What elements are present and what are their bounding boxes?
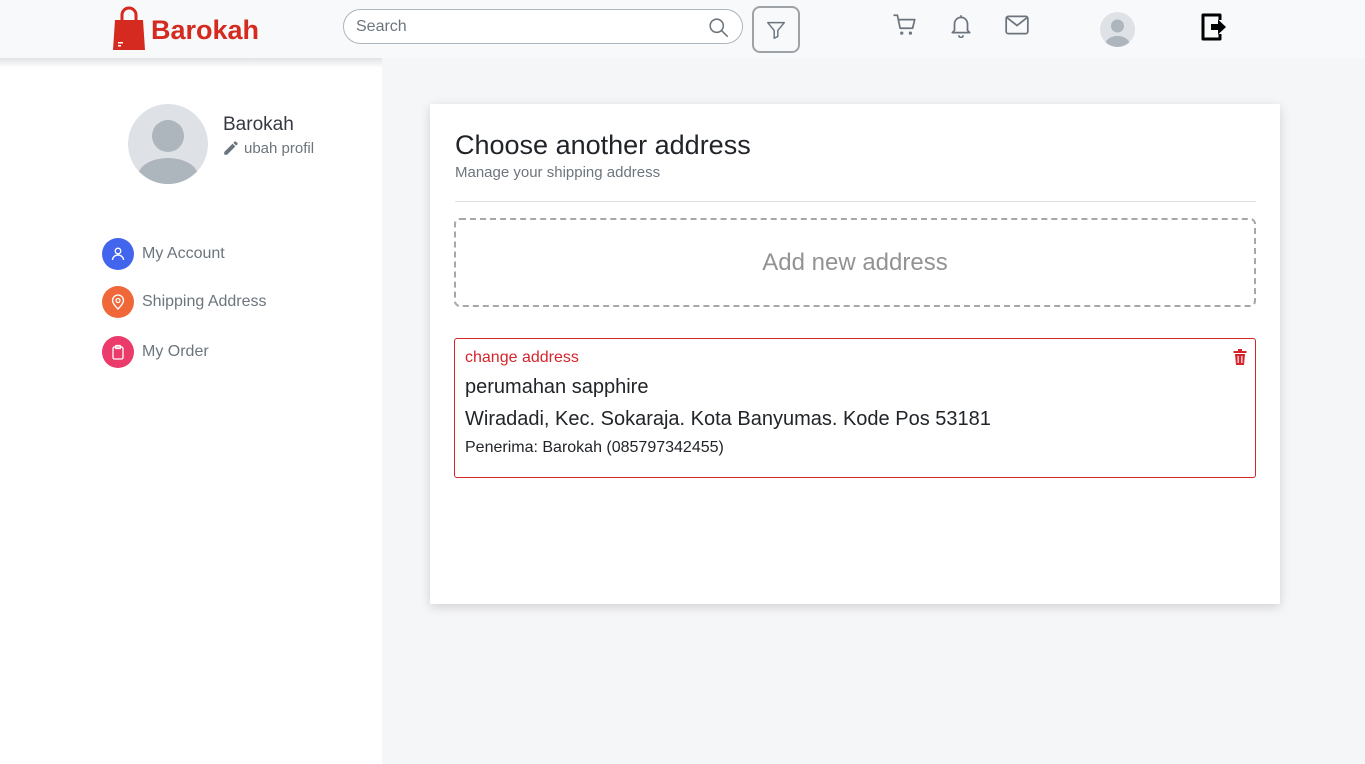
cart-icon[interactable] [892,12,918,38]
filter-button[interactable] [752,6,800,53]
sidebar-item-label: My Order [142,343,209,360]
logout-icon[interactable] [1200,11,1230,43]
sidebar-item-label: Shipping Address [142,293,267,310]
filter-icon [767,21,785,39]
sidebar-item-my-order[interactable]: My Order [102,336,209,368]
user-silhouette-icon [1105,19,1130,47]
add-new-address-button[interactable]: Add new address [454,218,1256,307]
search-icon[interactable] [708,17,729,38]
shopping-bag-icon [113,6,145,50]
address-recipient: Penerima: Barokah (085797342455) [465,439,724,456]
edit-profile-link[interactable]: ubah profil [222,139,314,157]
mail-icon[interactable] [1004,12,1030,38]
location-pin-icon [102,286,134,318]
address-name: perumahan sapphire [465,376,649,398]
search-bar [343,9,743,44]
bell-icon[interactable] [948,12,974,38]
clipboard-icon [102,336,134,368]
brand-name: Barokah [151,14,260,45]
change-address-link[interactable]: change address [465,349,579,367]
page-title: Choose another address [455,130,751,160]
profile-avatar [128,104,208,184]
sidebar-item-label: My Account [142,245,225,262]
address-card-panel: Choose another address Manage your shipp… [430,104,1280,604]
sidebar-shadow [0,58,382,68]
page-subtitle: Manage your shipping address [455,164,661,181]
address-line: Wiradadi, Kec. Sokaraja. Kota Banyumas. … [465,408,991,430]
brand-logo[interactable]: Barokah [112,6,259,52]
search-input[interactable] [356,10,696,43]
edit-profile-label: ubah profil [244,139,315,157]
sidebar-item-my-account[interactable]: My Account [102,238,225,270]
sidebar: Barokah ubah profil My Account Shipping … [0,58,382,764]
user-silhouette-icon [138,120,198,184]
address-item: change address perumahan sapphire Wirada… [454,338,1256,478]
divider [455,201,1256,202]
trash-icon[interactable] [1233,349,1247,365]
sidebar-item-shipping-address[interactable]: Shipping Address [102,286,267,318]
pencil-icon [224,141,238,155]
user-avatar[interactable] [1100,12,1135,47]
user-icon [102,238,134,270]
profile-name: Barokah [223,114,294,135]
top-navbar: Barokah [0,0,1365,58]
